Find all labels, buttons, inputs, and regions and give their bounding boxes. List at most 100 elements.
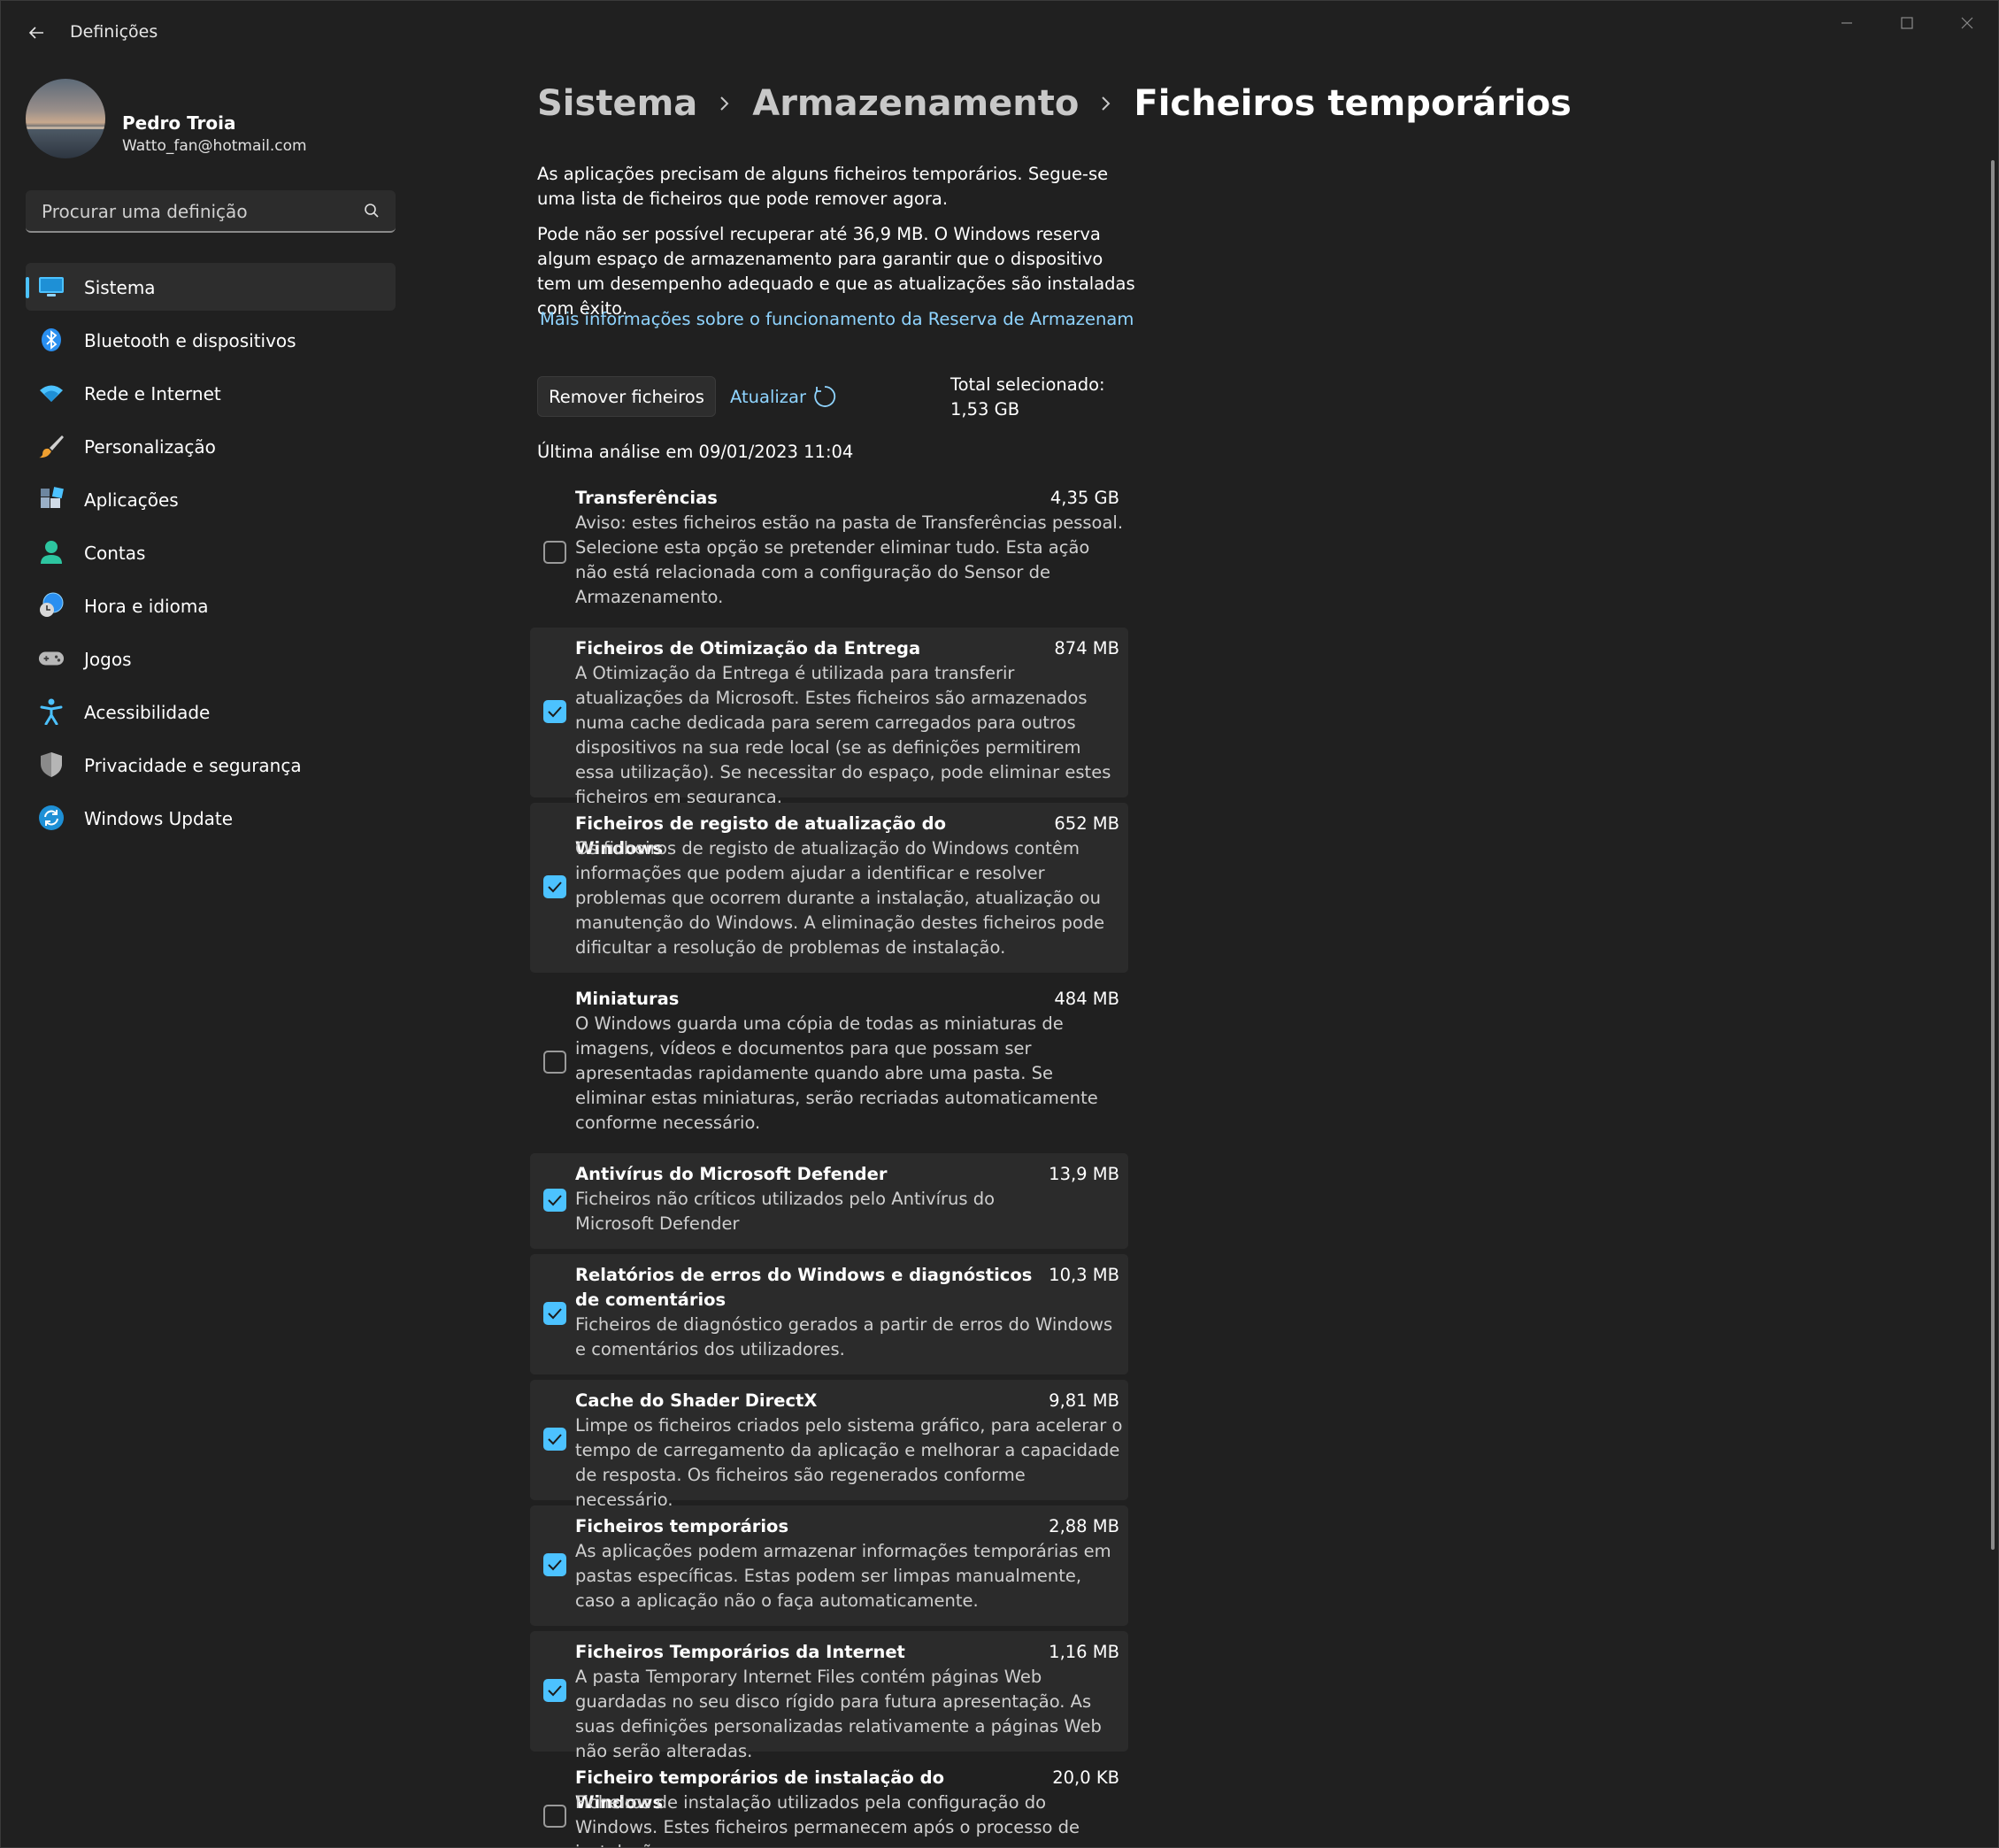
sidebar-item-label: Jogos <box>84 649 132 670</box>
user-email: Watto_fan@hotmail.com <box>122 137 307 155</box>
sidebar-item-rede[interactable]: Rede e Internet <box>26 369 396 417</box>
sidebar: Pedro Troia Watto_fan@hotmail.com Sistem… <box>1 65 408 1835</box>
bluetooth-icon <box>38 327 65 352</box>
sidebar-item-label: Rede e Internet <box>84 383 221 404</box>
checkbox[interactable] <box>543 1679 566 1702</box>
chevron-right-icon <box>1079 95 1134 112</box>
back-button[interactable] <box>20 17 52 49</box>
item-size: 652 MB <box>1054 813 1119 834</box>
list-item[interactable]: Ficheiro temporários de instalação do Wi… <box>530 1757 1128 1847</box>
sidebar-item-bluetooth[interactable]: Bluetooth e dispositivos <box>26 316 396 364</box>
app-title: Definições <box>70 22 158 42</box>
item-title: Transferências <box>575 488 718 508</box>
sidebar-item-label: Hora e idioma <box>84 596 209 617</box>
sidebar-item-aplicacoes[interactable]: Aplicações <box>26 475 396 523</box>
sidebar-item-label: Aplicações <box>84 489 179 511</box>
checkbox[interactable] <box>543 875 566 898</box>
person-icon <box>38 540 65 565</box>
scrollbar[interactable] <box>1991 160 1995 1550</box>
list-item[interactable]: Antivírus do Microsoft Defender 13,9 MB … <box>530 1153 1128 1249</box>
list-item[interactable]: Cache do Shader DirectX 9,81 MB Limpe os… <box>530 1380 1128 1510</box>
list-item[interactable]: Ficheiros de Otimização da Entrega 874 M… <box>530 628 1128 807</box>
intro-text: As aplicações precisam de alguns ficheir… <box>537 164 1109 209</box>
temp-files-list: Transferências 4,35 GB Aviso: estes fich… <box>530 477 1128 1847</box>
breadcrumb: Sistema Armazenamento Ficheiros temporár… <box>537 77 1572 130</box>
item-description: A pasta Temporary Internet Files contém … <box>575 1667 1102 1761</box>
sidebar-item-label: Privacidade e segurança <box>84 755 302 776</box>
refresh-button[interactable]: Atualizar <box>730 380 836 413</box>
minimize-button[interactable] <box>1817 1 1877 45</box>
item-size: 1,16 MB <box>1049 1642 1119 1662</box>
checkbox[interactable] <box>543 1553 566 1576</box>
checkmark-icon <box>548 1195 562 1206</box>
sidebar-item-contas[interactable]: Contas <box>26 528 396 576</box>
list-item[interactable]: Miniaturas 484 MB O Windows guarda uma c… <box>530 978 1128 1148</box>
sidebar-item-label: Sistema <box>84 277 156 298</box>
list-item[interactable]: Transferências 4,35 GB Aviso: estes fich… <box>530 477 1128 622</box>
checkbox[interactable] <box>543 700 566 723</box>
list-item[interactable]: Ficheiros temporários 2,88 MB As aplicaç… <box>530 1505 1128 1626</box>
sidebar-item-personalizacao[interactable]: Personalização <box>26 422 396 470</box>
item-description: Ficheiros de instalação utilizados pela … <box>575 1792 1080 1847</box>
checkmark-icon <box>548 706 562 718</box>
checkbox[interactable] <box>543 1302 566 1325</box>
sidebar-item-label: Acessibilidade <box>84 702 211 723</box>
sidebar-item-windows-update[interactable]: Windows Update <box>26 794 396 842</box>
search-input[interactable] <box>40 197 362 226</box>
item-title: Miniaturas <box>575 989 680 1009</box>
item-description: O Windows guarda uma cópia de todas as m… <box>575 1013 1098 1133</box>
refresh-label: Atualizar <box>730 386 806 407</box>
item-description: Ficheiros não críticos utilizados pelo A… <box>575 1189 996 1234</box>
gamepad-icon <box>38 646 65 671</box>
list-item[interactable]: Relatórios de erros do Windows e diagnós… <box>530 1254 1128 1374</box>
item-size: 9,81 MB <box>1049 1390 1119 1411</box>
arrow-left-icon <box>28 27 43 39</box>
reserve-note: Pode não ser possível recuperar até 36,9… <box>537 224 1135 319</box>
storage-reserve-link[interactable]: Mais informações sobre o funcionamento d… <box>540 309 1134 329</box>
checkbox[interactable] <box>543 541 566 564</box>
checkmark-icon <box>548 1434 562 1445</box>
checkmark-icon <box>548 1308 562 1320</box>
item-size: 874 MB <box>1054 638 1119 658</box>
checkbox[interactable] <box>543 1189 566 1212</box>
sidebar-item-sistema[interactable]: Sistema <box>26 263 396 311</box>
update-icon <box>38 805 65 830</box>
monitor-icon <box>38 274 65 299</box>
item-title: Ficheiros de Otimização da Entrega <box>575 638 921 658</box>
shield-icon <box>38 752 65 777</box>
sidebar-item-label: Contas <box>84 543 146 564</box>
breadcrumb-armazenamento[interactable]: Armazenamento <box>752 83 1079 124</box>
minimize-icon <box>1841 22 1852 24</box>
checkbox[interactable] <box>543 1051 566 1074</box>
title-bar: Definições <box>1 1 1998 65</box>
search-box[interactable] <box>26 190 396 233</box>
list-item[interactable]: Ficheiros de registo de atualização do W… <box>530 803 1128 973</box>
checkmark-icon <box>548 882 562 893</box>
user-name: Pedro Troia <box>122 112 236 134</box>
sidebar-item-jogos[interactable]: Jogos <box>26 635 396 682</box>
sidebar-item-label: Bluetooth e dispositivos <box>84 330 296 351</box>
sidebar-item-acessibilidade[interactable]: Acessibilidade <box>26 688 396 735</box>
checkmark-icon <box>548 1559 562 1571</box>
item-size: 2,88 MB <box>1049 1516 1119 1536</box>
maximize-button[interactable] <box>1877 1 1937 45</box>
checkbox[interactable] <box>543 1428 566 1451</box>
item-size: 13,9 MB <box>1049 1164 1119 1184</box>
close-button[interactable] <box>1937 1 1997 45</box>
sidebar-item-label: Windows Update <box>84 808 234 829</box>
item-title: Ficheiros Temporários da Internet <box>575 1642 905 1662</box>
remove-files-button[interactable]: Remover ficheiros <box>537 376 716 417</box>
list-item[interactable]: Ficheiros Temporários da Internet 1,16 M… <box>530 1631 1128 1761</box>
close-icon <box>1961 17 1973 29</box>
apps-icon <box>38 487 65 512</box>
checkbox[interactable] <box>543 1805 566 1828</box>
item-description: Os ficheiros de registo de atualização d… <box>575 838 1105 958</box>
search-icon[interactable] <box>364 203 380 219</box>
sidebar-nav: Sistema Bluetooth e dispositivos Rede e … <box>26 263 396 847</box>
item-description: A Otimização da Entrega é utilizada para… <box>575 663 1111 807</box>
sidebar-item-hora-idioma[interactable]: Hora e idioma <box>26 581 396 629</box>
item-title: Cache do Shader DirectX <box>575 1390 818 1411</box>
maximize-icon <box>1901 17 1913 29</box>
sidebar-item-privacidade[interactable]: Privacidade e segurança <box>26 741 396 789</box>
breadcrumb-sistema[interactable]: Sistema <box>537 83 697 124</box>
